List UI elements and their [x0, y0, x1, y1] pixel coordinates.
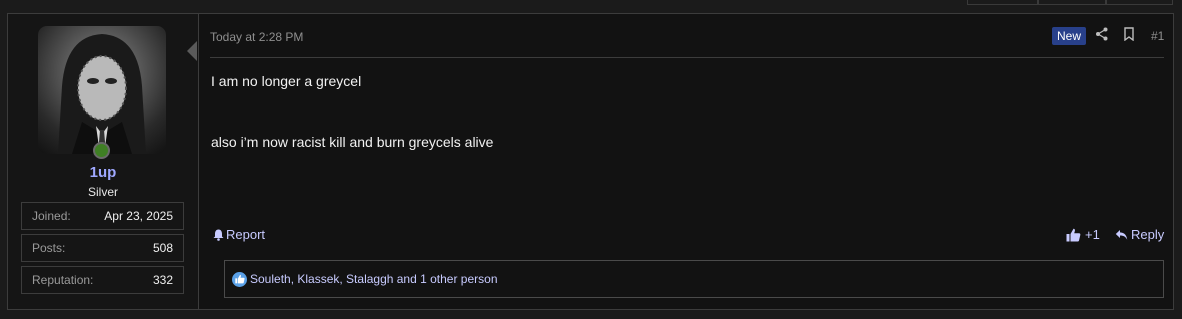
thumbs-up-icon	[1066, 228, 1081, 241]
stat-label: Joined:	[32, 209, 71, 223]
reactions-text[interactable]: Souleth, Klassek, Stalaggh and 1 other p…	[250, 272, 498, 286]
top-tab-stub	[1037, 0, 1107, 5]
reactions-bar[interactable]: Souleth, Klassek, Stalaggh and 1 other p…	[224, 260, 1164, 298]
avatar-image	[58, 34, 146, 154]
share-icon[interactable]	[1095, 27, 1109, 41]
post-paragraph: I am no longer a greycel	[211, 73, 362, 89]
stat-value: 332	[152, 273, 173, 287]
like-reaction-icon	[232, 271, 247, 287]
stat-label: Posts:	[32, 241, 66, 255]
top-tab-stub	[967, 0, 1039, 5]
bell-icon	[213, 229, 224, 241]
report-label: Report	[226, 227, 266, 242]
stat-joined: Joined: Apr 23, 2025	[21, 202, 184, 230]
stat-label: Reputation:	[32, 273, 94, 287]
like-count: +1	[1085, 227, 1100, 242]
post-paragraph: also i’m now racist kill and burn greyce…	[211, 134, 494, 150]
forum-post: 1up Silver Joined: Apr 23, 2025 Posts: 5…	[7, 13, 1174, 310]
reply-icon	[1115, 229, 1128, 240]
user-rank: Silver	[87, 185, 118, 199]
new-badge: New	[1052, 27, 1087, 45]
top-tab-stub	[1105, 0, 1173, 5]
stat-posts: Posts: 508	[21, 234, 184, 262]
post-number[interactable]: #1	[1151, 29, 1164, 43]
report-button[interactable]: Report	[213, 227, 265, 242]
post-pointer-arrow	[187, 41, 197, 61]
post-timestamp[interactable]: Today at 2:28 PM	[210, 30, 303, 44]
online-status-indicator	[93, 142, 110, 159]
stat-value: Apr 23, 2025	[104, 209, 173, 223]
bookmark-icon[interactable]	[1122, 27, 1136, 41]
post-content: I am no longer a greycel also i’m now ra…	[211, 73, 493, 150]
stat-value: 508	[152, 241, 173, 255]
user-info-column: 1up Silver Joined: Apr 23, 2025 Posts: 5…	[8, 14, 199, 309]
post-header-divider	[210, 57, 1164, 58]
username[interactable]: 1up	[8, 164, 198, 181]
stat-reputation: Reputation: 332	[21, 266, 184, 294]
reply-button[interactable]: Reply	[1115, 227, 1164, 242]
avatar[interactable]	[38, 26, 166, 154]
reply-label: Reply	[1131, 227, 1165, 242]
like-button[interactable]: +1	[1066, 227, 1100, 242]
